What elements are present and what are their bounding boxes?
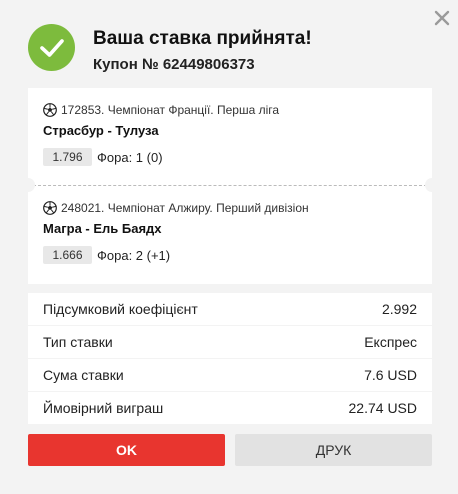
bet-type: Фора: 1 (0) xyxy=(97,149,163,165)
summary-value: 7.6 USD xyxy=(364,367,417,383)
dialog-title: Ваша ставка прийнята! xyxy=(93,28,312,49)
summary-row-potential-win: Ймовірний виграш 22.74 USD xyxy=(28,392,432,424)
match-name: Магра - Ель Баядх xyxy=(43,221,162,236)
close-icon[interactable] xyxy=(433,9,451,27)
soccer-ball-icon xyxy=(43,201,57,215)
league-name: 248021. Чемпіонат Алжиру. Перший дивізіо… xyxy=(61,201,309,215)
bet-summary: Підсумковий коефіцієнт 2.992 Тип ставки … xyxy=(28,293,432,425)
print-button[interactable]: ДРУК xyxy=(235,434,432,466)
match-name: Страсбур - Тулуза xyxy=(43,123,159,138)
bet-item: 248021. Чемпіонат Алжиру. Перший дивізіо… xyxy=(43,201,417,264)
summary-value: 2.992 xyxy=(381,301,417,317)
bet-type: Фора: 2 (+1) xyxy=(97,247,171,263)
summary-label: Сума ставки xyxy=(43,367,124,383)
summary-value: Експрес xyxy=(364,334,417,350)
league-name: 172853. Чемпіонат Франції. Перша ліга xyxy=(61,103,280,117)
summary-label: Тип ставки xyxy=(43,334,113,350)
summary-row-stake: Сума ставки 7.6 USD xyxy=(28,359,432,391)
bet-item: 172853. Чемпіонат Франції. Перша ліга Ст… xyxy=(43,103,417,166)
summary-row-total-odds: Підсумковий коефіцієнт 2.992 xyxy=(28,293,432,325)
odd-value: 1.796 xyxy=(43,148,92,166)
summary-label: Підсумковий коефіцієнт xyxy=(43,301,198,317)
bets-card: 172853. Чемпіонат Франції. Перша ліга Ст… xyxy=(21,88,439,284)
ticket-notch xyxy=(425,178,439,192)
summary-label: Ймовірний виграш xyxy=(43,400,164,416)
summary-row-bet-type: Тип ставки Експрес xyxy=(28,326,432,358)
coupon-number: Купон № 62449806373 xyxy=(93,56,255,73)
summary-value: 22.74 USD xyxy=(348,400,417,416)
ok-button[interactable]: OK xyxy=(28,434,225,466)
bet-divider xyxy=(28,185,432,186)
dialog-header: Ваша ставка прийнята! Купон № 6244980637… xyxy=(28,24,428,78)
checkmark-icon xyxy=(28,24,75,71)
odd-value: 1.666 xyxy=(43,246,92,264)
soccer-ball-icon xyxy=(43,103,57,117)
ticket-notch xyxy=(21,178,35,192)
